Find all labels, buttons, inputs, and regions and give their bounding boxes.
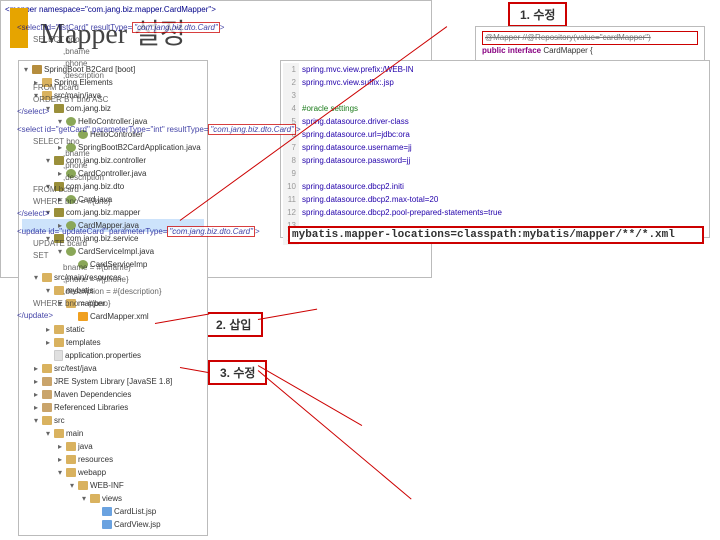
xml-line: <select id="getCard" parameterType="int"… [5,124,427,136]
xml-line: SET [5,250,427,262]
xml-line: <select id="listCard" resultType="com.ja… [5,22,427,34]
tree-item[interactable]: JRE System Library [JavaSE 1.8] [54,375,172,388]
tree-item[interactable]: main [66,427,83,440]
xml-line: ,phone [5,160,427,172]
tree-item[interactable]: WEB-INF [90,479,124,492]
xml-line: ,description [5,172,427,184]
java-line: public interface CardMapper { [482,45,698,57]
xml-line: ,description [5,70,427,82]
xml-line: ,phone [5,58,427,70]
tree-item[interactable]: Referenced Libraries [54,401,128,414]
connector-line [258,365,363,426]
xml-line: </update> [5,310,427,322]
tree-item[interactable]: templates [66,336,101,349]
connector-line [258,370,412,499]
tree-item[interactable]: src [54,414,65,427]
xml-line: ORDER BY bno ASC [5,94,427,106]
tree-item[interactable]: resources [78,453,113,466]
tree-item[interactable]: src/test/java [54,362,97,375]
xml-line: bname = #{bname} [5,262,427,274]
tree-item[interactable]: webapp [78,466,106,479]
tree-item[interactable]: views [102,492,122,505]
xml-line: <update id="updateCard" parameterType="c… [5,226,427,238]
tree-item[interactable]: static [66,323,85,336]
tree-item[interactable]: CardList.jsp [114,505,156,518]
tree-item[interactable]: Maven Dependencies [54,388,131,401]
callout-1: 1. 수정 [508,2,567,27]
tree-item[interactable]: application.properties [65,349,141,362]
xml-line: WHERE bno = #{bno} [5,298,427,310]
xml-line: </select> [5,106,427,118]
xml-line: ,phone = #{phone} [5,274,427,286]
xml-line: FROM bcard [5,82,427,94]
tree-item[interactable]: java [78,440,93,453]
xml-line: WHERE bno = #{bno} [5,196,427,208]
java-line: @Mapper //@Repository(value="cardMapper"… [482,31,698,45]
xml-line: ,description = #{description} [5,286,427,298]
xml-line: </select> [5,208,427,220]
xml-line: SELECT bno [5,34,427,46]
xml-line: ,bname [5,148,427,160]
xml-line: ,bname [5,46,427,58]
tree-item[interactable]: CardView.jsp [114,518,161,531]
xml-line: SELECT bno [5,136,427,148]
xml-mapper-panel[interactable]: <mapper namespace="com.jang.biz.mapper.C… [0,0,432,278]
xml-line: UPDATE bcard [5,238,427,250]
